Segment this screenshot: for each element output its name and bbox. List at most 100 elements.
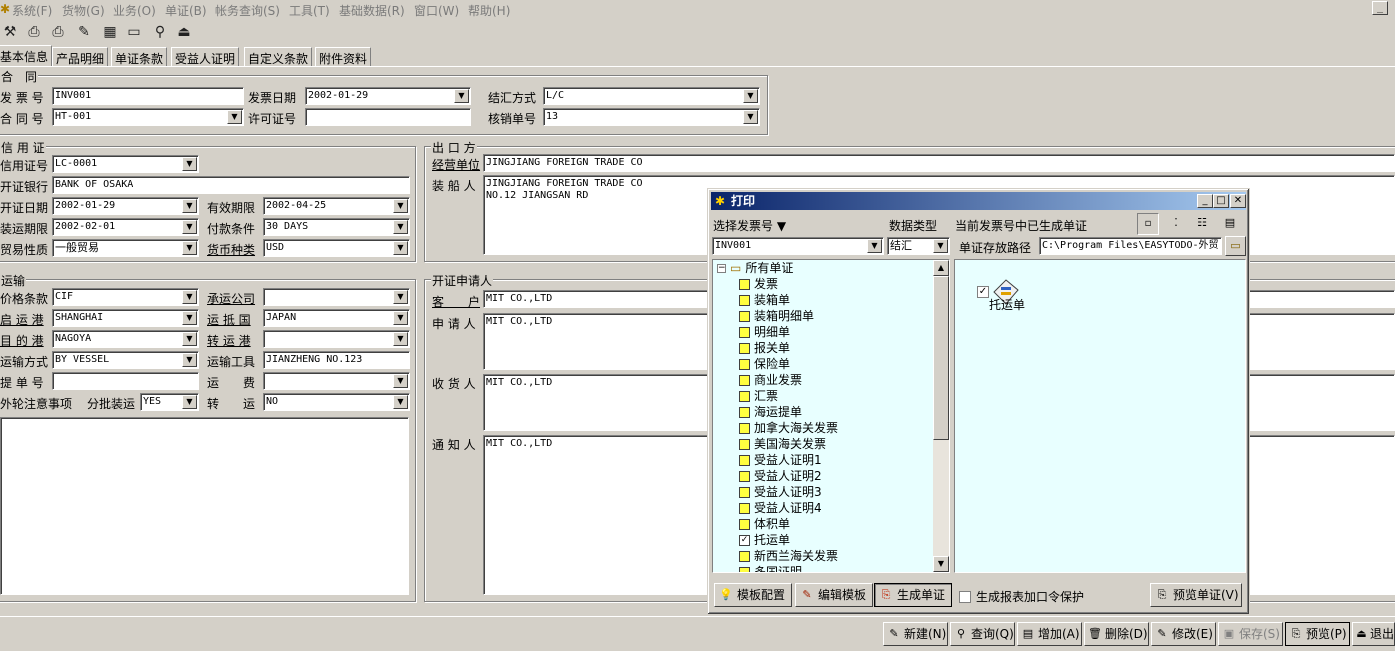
unchecked-box-icon[interactable] (739, 310, 750, 322)
dropdown-arrow-icon[interactable]: ▼ (454, 89, 469, 103)
dropdown-arrow-icon[interactable]: ▼ (182, 241, 197, 255)
open-folder-icon[interactable]: ▭ (1225, 236, 1246, 256)
dropdown-arrow-icon[interactable]: ▼ (393, 311, 408, 325)
exit-icon[interactable]: ⏏ (174, 22, 194, 42)
tree-item[interactable]: 多国证明 (739, 564, 802, 572)
dropdown-arrow-icon[interactable]: ▼ (182, 199, 197, 213)
menu-system[interactable]: 系统(F) (12, 2, 52, 19)
invoice-no-field[interactable]: INV001 (52, 87, 244, 105)
tab-basic-info[interactable]: 基本信息 (0, 45, 53, 66)
data-type-select[interactable]: 结汇 ▼ (887, 237, 950, 255)
trade-select[interactable]: 一般贸易 ▼ (52, 239, 199, 257)
verify-select[interactable]: 13 ▼ (543, 108, 760, 126)
customer-label[interactable]: 客 户 (432, 293, 480, 310)
tool-field[interactable]: JIANZHENG NO.123 (263, 351, 410, 369)
unchecked-box-icon[interactable] (739, 326, 750, 338)
carrier-select[interactable]: ▼ (263, 288, 410, 306)
preview-doc-button[interactable]: ⎘ 预览单证(V) (1150, 583, 1242, 607)
edit-template-button[interactable]: ✎ 编辑模板 (795, 583, 873, 607)
maximize-icon[interactable]: □ (1213, 194, 1229, 208)
large-icons-view-icon[interactable]: ▫ (1137, 213, 1159, 235)
tree-item[interactable]: 新西兰海关发票 (739, 548, 838, 564)
freight-select[interactable]: ▼ (263, 372, 410, 390)
collapse-icon[interactable]: − (717, 263, 726, 273)
tree-item[interactable]: 体积单 (739, 516, 790, 532)
notes-textarea[interactable] (0, 417, 409, 595)
tree-item[interactable]: 商业发票 (739, 372, 802, 388)
invoice-select[interactable]: INV001 ▼ (712, 237, 884, 255)
tree-item[interactable]: 保险单 (739, 356, 790, 372)
tab-attachments[interactable]: 附件资料 (315, 47, 372, 66)
query-button[interactable]: ⚲ 查询(Q) (950, 622, 1015, 646)
menu-account-query[interactable]: 帐务查询(S) (215, 2, 280, 19)
price-select[interactable]: CIF ▼ (52, 288, 199, 306)
unchecked-box-icon[interactable] (739, 486, 750, 498)
small-icons-view-icon[interactable]: ⁚ (1165, 213, 1187, 235)
currency-select[interactable]: USD ▼ (263, 239, 410, 257)
unchecked-box-icon[interactable] (739, 374, 750, 386)
print-setup-icon[interactable]: ⎙ (48, 22, 68, 42)
checked-box-icon[interactable]: ✓ (739, 534, 750, 546)
tree-item[interactable]: 明细单 (739, 324, 790, 340)
from-port-label[interactable]: 启 运 港 (0, 311, 44, 328)
menu-window[interactable]: 窗口(W) (414, 2, 459, 19)
edit-doc-icon[interactable]: ✎ (74, 22, 94, 42)
ship-limit-select[interactable]: 2002-02-01 ▼ (52, 218, 199, 236)
printer-icon[interactable]: ⎙ (24, 22, 44, 42)
tree-item[interactable]: 受益人证明1 (739, 452, 822, 468)
unchecked-box-icon[interactable] (739, 406, 750, 418)
open-date-select[interactable]: 2002-01-29 ▼ (52, 197, 199, 215)
contract-no-select[interactable]: HT-001 ▼ (52, 108, 244, 126)
dropdown-arrow-icon[interactable]: ▼ (393, 374, 408, 388)
tree-item[interactable]: 发票 (739, 276, 778, 292)
tree-item[interactable]: 装箱单 (739, 292, 790, 308)
dropdown-arrow-icon[interactable]: ▼ (393, 199, 408, 213)
select-invoice-label[interactable]: 选择发票号 ▼ (713, 217, 786, 234)
tab-custom-terms[interactable]: 自定义条款 (244, 47, 313, 66)
new-button[interactable]: ✎ 新建(N) (883, 622, 948, 646)
unchecked-box-icon[interactable] (739, 390, 750, 402)
mode-select[interactable]: BY VESSEL ▼ (52, 351, 199, 369)
dropdown-arrow-icon[interactable]: ▼ (393, 395, 408, 409)
calculator-icon[interactable]: ▦ (100, 22, 120, 42)
tree-item[interactable]: 汇票 (739, 388, 778, 404)
unchecked-box-icon[interactable] (739, 502, 750, 514)
preview-button[interactable]: ⎘ 预览(P) (1285, 622, 1350, 646)
dropdown-arrow-icon[interactable]: ▼ (182, 353, 197, 367)
dropdown-arrow-icon[interactable]: ▼ (393, 220, 408, 234)
generate-doc-button[interactable]: ⎘ 生成单证 (874, 583, 952, 607)
path-field[interactable]: C:\Program Files\EASYTODO-外贸 (1039, 237, 1222, 255)
folder-icon[interactable]: ▭ (124, 22, 144, 42)
modify-button[interactable]: ✎ 修改(E) (1151, 622, 1216, 646)
currency-label[interactable]: 货币种类 (207, 241, 255, 258)
generated-doc-checkbox[interactable]: ✓ (977, 286, 989, 298)
tree-item[interactable]: 装箱明细单 (739, 308, 814, 324)
dropdown-arrow-icon[interactable]: ▼ (867, 239, 882, 253)
exit-button[interactable]: ⏏ 退出 (1352, 622, 1395, 646)
add-button[interactable]: ▤ 增加(A) (1017, 622, 1082, 646)
tab-beneficiary-cert[interactable]: 受益人证明 (171, 47, 240, 66)
scroll-up-icon[interactable]: ▲ (933, 260, 949, 276)
dropdown-arrow-icon[interactable]: ▼ (182, 395, 197, 409)
tree-scrollbar[interactable]: ▲ ▼ (933, 260, 949, 572)
menu-business[interactable]: 业务(O) (113, 2, 156, 19)
bl-field[interactable] (52, 372, 199, 390)
minimize-icon[interactable]: _ (1372, 1, 1388, 15)
tab-doc-terms[interactable]: 单证条款 (111, 47, 168, 66)
password-protect-box[interactable] (959, 590, 971, 603)
dropdown-arrow-icon[interactable]: ▼ (393, 241, 408, 255)
menu-help[interactable]: 帮助(H) (468, 2, 510, 19)
dropdown-arrow-icon[interactable]: ▼ (182, 157, 197, 171)
tree-item[interactable]: 受益人证明3 (739, 484, 822, 500)
unchecked-box-icon[interactable] (739, 438, 750, 450)
template-config-button[interactable]: 💡 模板配置 (714, 583, 792, 607)
from-port-select[interactable]: SHANGHAI ▼ (52, 309, 199, 327)
menu-basic-data[interactable]: 基础数据(R) (339, 2, 405, 19)
minimize-icon[interactable]: _ (1197, 194, 1213, 208)
tree-item[interactable]: 受益人证明2 (739, 468, 822, 484)
dropdown-arrow-icon[interactable]: ▼ (182, 311, 197, 325)
dropdown-arrow-icon[interactable]: ▼ (227, 110, 242, 124)
unchecked-box-icon[interactable] (739, 342, 750, 354)
scroll-thumb[interactable] (933, 276, 949, 440)
dest-country-label[interactable]: 运 抵 国 (207, 311, 251, 328)
